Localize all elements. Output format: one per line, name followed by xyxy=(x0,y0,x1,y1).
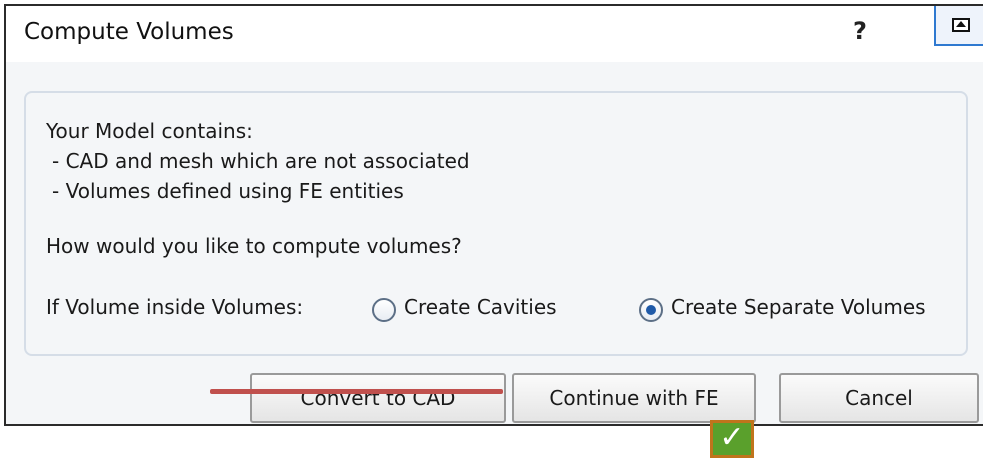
dialog-title: Compute Volumes xyxy=(24,19,234,45)
compute-question: How would you like to compute volumes? xyxy=(46,234,462,258)
volume-inside-volumes-label: If Volume inside Volumes: xyxy=(46,295,304,319)
strikethrough-annotation xyxy=(210,389,503,394)
restore-button[interactable] xyxy=(934,6,983,46)
message-item-fe-volumes: - Volumes defined using FE entities xyxy=(52,179,404,203)
help-button[interactable]: ? xyxy=(848,17,872,45)
continue-with-fe-label: Continue with FE xyxy=(549,386,719,410)
cancel-button[interactable]: Cancel xyxy=(779,373,979,423)
model-contains-label: Your Model contains: xyxy=(46,119,253,143)
checkmark-icon: ✓ xyxy=(710,420,754,458)
create-separate-volumes-radio[interactable] xyxy=(639,298,663,322)
restore-window-icon xyxy=(952,18,970,32)
convert-to-cad-button[interactable]: Convert to CAD xyxy=(250,373,506,423)
cancel-label: Cancel xyxy=(845,386,913,410)
create-cavities-radio[interactable] xyxy=(372,298,396,322)
create-separate-volumes-label[interactable]: Create Separate Volumes xyxy=(671,295,926,319)
continue-with-fe-button[interactable]: Continue with FE xyxy=(512,373,756,423)
message-item-cad-mesh: - CAD and mesh which are not associated xyxy=(52,149,470,173)
create-cavities-label[interactable]: Create Cavities xyxy=(404,295,557,319)
title-bar: Compute Volumes ? xyxy=(6,6,983,62)
compute-volumes-dialog: Compute Volumes ? Your Model contains: -… xyxy=(4,4,983,426)
